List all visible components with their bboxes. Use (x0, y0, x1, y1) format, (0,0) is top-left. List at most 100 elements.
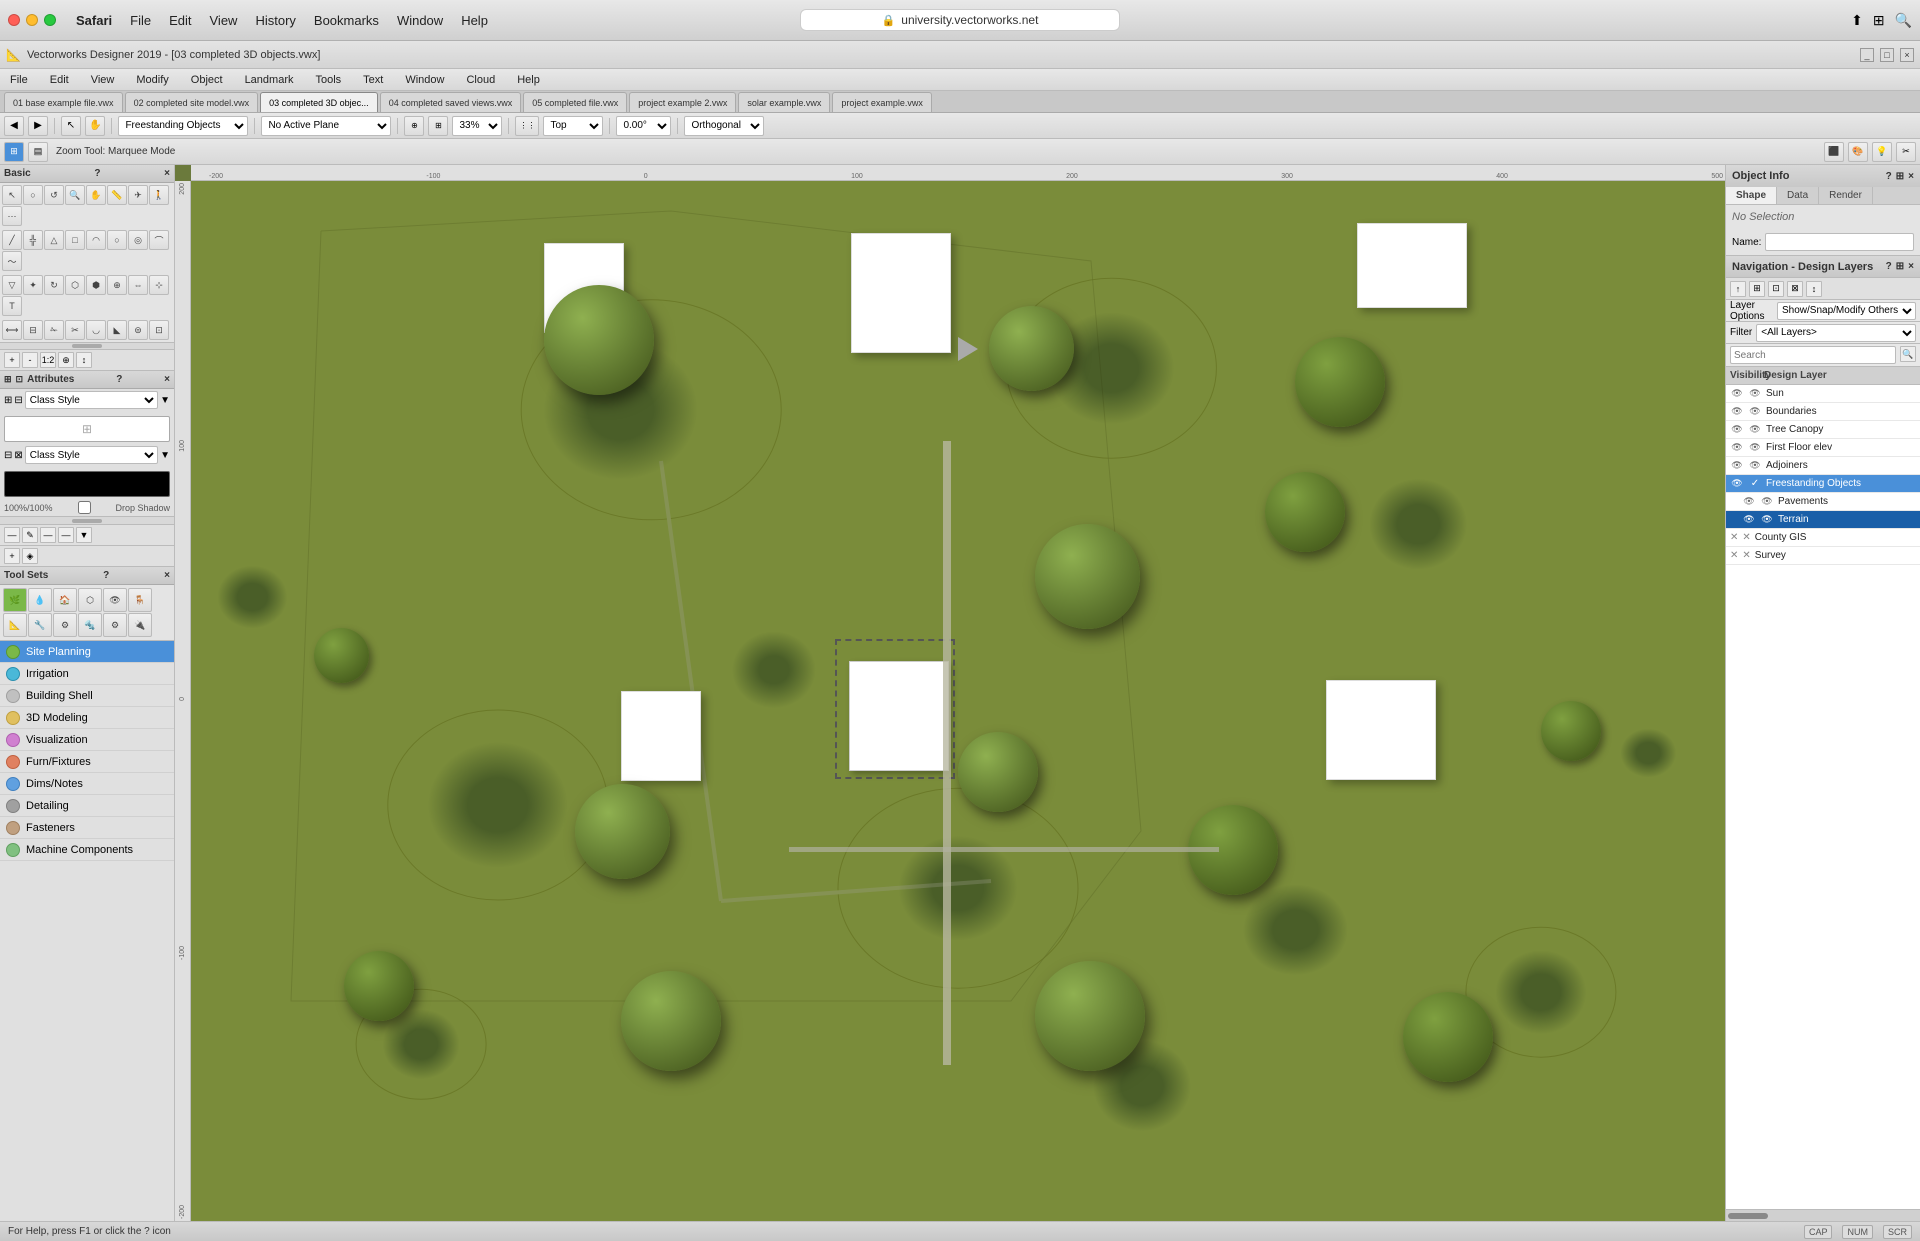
fit-btn[interactable]: ⊞ (428, 116, 448, 136)
model-btn[interactable]: 🎨 (1848, 142, 1868, 162)
projection-select[interactable]: Orthogonal (684, 116, 764, 136)
nav-btn-4[interactable]: ⊠ (1787, 281, 1803, 297)
layer-adjoiners[interactable]: 👁 👁 Adjoiners (1726, 457, 1920, 475)
tab-shape[interactable]: Shape (1726, 187, 1777, 204)
toolset-3d-modeling[interactable]: 3D Modeling (0, 707, 174, 729)
layer-freestanding[interactable]: 👁 ✓ Freestanding Objects (1726, 475, 1920, 493)
view-options-btn[interactable]: ⋮⋮ (515, 116, 539, 136)
nav-expand[interactable]: ⊞ (1896, 261, 1904, 272)
doc-tab-2[interactable]: 02 completed site model.vwx (125, 92, 259, 112)
object-info-tabs[interactable]: Shape Data Render (1726, 187, 1920, 205)
name-input[interactable] (1765, 233, 1914, 251)
viewport-canvas[interactable] (191, 181, 1725, 1221)
toolset-dims-notes[interactable]: Dims/Notes (0, 773, 174, 795)
extrude-tool[interactable]: ⬡ (65, 275, 85, 295)
pointer-tool[interactable]: ↖ (2, 185, 22, 205)
filter-select[interactable]: <All Layers> (1756, 324, 1916, 342)
section-tool[interactable]: ⊟ (23, 320, 43, 340)
layer-options-select[interactable]: Show/Snap/Modify Others (1777, 302, 1916, 320)
menu-bookmarks[interactable]: Bookmarks (314, 13, 379, 28)
drop-shadow-check[interactable] (78, 501, 91, 514)
fillet-tool[interactable]: ◡ (86, 320, 106, 340)
attr-btn-3[interactable]: — (40, 527, 56, 543)
app-menu-edit[interactable]: Edit (46, 72, 73, 88)
app-menu-file[interactable]: File (6, 72, 32, 88)
ts-icon-4[interactable]: ⬡ (78, 588, 102, 612)
circle-tool[interactable]: ○ (107, 230, 127, 250)
layer-county-gis[interactable]: ✕ ✕ County GIS (1726, 529, 1920, 547)
app-menu-window[interactable]: Window (401, 72, 448, 88)
nav-btn-1[interactable]: ↑ (1730, 281, 1746, 297)
walk-tool[interactable]: 🚶 (149, 185, 169, 205)
nav-search-btn[interactable]: 🔍 (1900, 346, 1916, 362)
attr-scroll[interactable] (0, 516, 174, 524)
text-tool[interactable]: T (2, 296, 22, 316)
push-tool[interactable]: ⬢ (86, 275, 106, 295)
doc-tab-6[interactable]: project example 2.vwx (629, 92, 736, 112)
attributes-close[interactable]: × (164, 374, 170, 385)
toolset-visualization[interactable]: Visualization (0, 729, 174, 751)
minimize-button[interactable] (26, 14, 38, 26)
constraint-btn-5[interactable]: ↕ (76, 352, 92, 368)
double-line-tool[interactable]: ╬ (23, 230, 43, 250)
app-menu-cloud[interactable]: Cloud (462, 72, 499, 88)
back-btn[interactable]: ◀ (4, 116, 24, 136)
app-menubar[interactable]: File Edit View Modify Object Landmark To… (0, 69, 1920, 91)
menu-history[interactable]: History (255, 13, 295, 28)
constraint-btn-1[interactable]: + (4, 352, 20, 368)
app-menu-modify[interactable]: Modify (132, 72, 172, 88)
obj-info-help[interactable]: ? (1886, 171, 1892, 182)
menu-help[interactable]: Help (461, 13, 488, 28)
ts-icon-2[interactable]: 💧 (28, 588, 52, 612)
nav-btn-3[interactable]: ⊡ (1768, 281, 1784, 297)
zoom-marquee-btn[interactable]: ⊞ (4, 142, 24, 162)
doc-tabs[interactable]: 01 base example file.vwx 02 completed si… (0, 91, 1920, 113)
deform-tool[interactable]: ⊹ (149, 275, 169, 295)
toolsets-help[interactable]: ? (103, 570, 109, 581)
app-menu-help[interactable]: Help (513, 72, 544, 88)
ts-icon-10[interactable]: 🔩 (78, 613, 102, 637)
nav-scrollbar[interactable] (1726, 1209, 1920, 1221)
app-menu-object[interactable]: Object (187, 72, 227, 88)
cursor-crosshair[interactable] (789, 774, 799, 784)
constraint-btn-3[interactable]: 1:2 (40, 352, 56, 368)
mac-traffic-lights[interactable] (8, 14, 56, 26)
ts-icon-11[interactable]: ⚙ (103, 613, 127, 637)
attr-btn-1[interactable]: — (4, 527, 20, 543)
toolset-site-planning[interactable]: Site Planning (0, 641, 174, 663)
point-cloud-tool[interactable]: ⋯ (2, 206, 22, 226)
obj-info-expand[interactable]: ⊞ (1896, 171, 1904, 182)
mac-menu[interactable]: Safari File Edit View History Bookmarks … (76, 13, 488, 28)
layer-first-floor[interactable]: 👁 👁 First Floor elev (1726, 439, 1920, 457)
ts-icon-8[interactable]: 🔧 (28, 613, 52, 637)
ts-icon-7[interactable]: 📐 (3, 613, 27, 637)
misc-btn-1[interactable]: + (4, 548, 20, 564)
toolset-building-shell[interactable]: Building Shell (0, 685, 174, 707)
array-tool[interactable]: ⊡ (149, 320, 169, 340)
color-swatch[interactable] (4, 471, 170, 497)
layer-terrain[interactable]: 👁 👁 Terrain (1726, 511, 1920, 529)
mac-toolbar-icons[interactable]: ⬆ ⊞ 🔍 (1851, 12, 1912, 29)
app-close-btn[interactable]: × (1900, 48, 1914, 62)
line-tool[interactable]: ╱ (2, 230, 22, 250)
nurbs-tool[interactable]: 〜 (2, 251, 22, 271)
dim-tool[interactable]: ⟷ (2, 320, 22, 340)
3d-locus-tool[interactable]: ✦ (23, 275, 43, 295)
rect-tool[interactable]: □ (65, 230, 85, 250)
stroke-class-select[interactable]: Class Style (25, 446, 158, 464)
nav-close[interactable]: × (1908, 261, 1914, 272)
object-info-controls[interactable]: ? ⊞ × (1886, 171, 1914, 182)
ts-icon-12[interactable]: 🔌 (128, 613, 152, 637)
forward-btn[interactable]: ▶ (28, 116, 48, 136)
attr-btn-2[interactable]: ✎ (22, 527, 38, 543)
toolset-detailing[interactable]: Detailing (0, 795, 174, 817)
layer-sun[interactable]: 👁 👁 Sun (1726, 385, 1920, 403)
layer-boundaries[interactable]: 👁 👁 Boundaries (1726, 403, 1920, 421)
select-tool-btn[interactable]: ↖ (61, 116, 81, 136)
doc-tab-8[interactable]: project example.vwx (832, 92, 932, 112)
ts-icon-6[interactable]: 🪑 (128, 588, 152, 612)
layer-pavements[interactable]: 👁 👁 Pavements (1726, 493, 1920, 511)
maximize-button[interactable] (44, 14, 56, 26)
ts-icon-9[interactable]: ⚙ (53, 613, 77, 637)
trim-tool[interactable]: ✂ (65, 320, 85, 340)
